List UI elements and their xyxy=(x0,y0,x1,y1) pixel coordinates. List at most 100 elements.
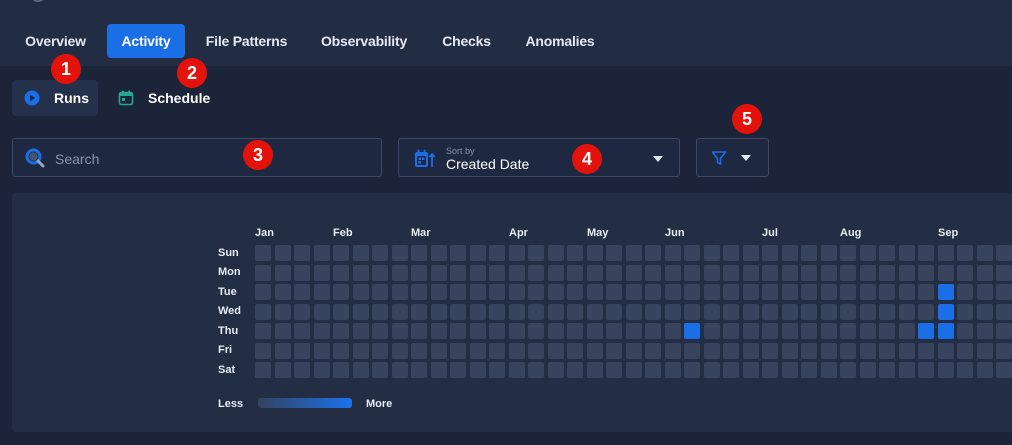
heatmap-cell[interactable] xyxy=(548,284,564,300)
heatmap-cell[interactable] xyxy=(528,245,544,261)
heatmap-cell[interactable] xyxy=(899,323,915,339)
heatmap-cell[interactable] xyxy=(314,304,330,320)
heatmap-cell[interactable] xyxy=(899,362,915,378)
heatmap-cell[interactable] xyxy=(606,323,622,339)
heatmap-cell[interactable] xyxy=(996,265,1012,281)
heatmap-cell[interactable] xyxy=(938,304,954,320)
heatmap-cell[interactable] xyxy=(411,323,427,339)
heatmap-cell[interactable] xyxy=(470,284,486,300)
heatmap-cell[interactable] xyxy=(392,304,408,320)
heatmap-cell[interactable] xyxy=(684,245,700,261)
heatmap-cell[interactable] xyxy=(431,343,447,359)
heatmap-cell[interactable] xyxy=(723,362,739,378)
heatmap-cell[interactable] xyxy=(860,284,876,300)
heatmap-cell[interactable] xyxy=(782,245,798,261)
heatmap-cell[interactable] xyxy=(353,284,369,300)
heatmap-cell[interactable] xyxy=(665,362,681,378)
heatmap-cell[interactable] xyxy=(294,343,310,359)
heatmap-cell[interactable] xyxy=(548,304,564,320)
heatmap-cell[interactable] xyxy=(372,304,388,320)
heatmap-cell[interactable] xyxy=(470,265,486,281)
heatmap-cell[interactable] xyxy=(665,245,681,261)
heatmap-cell[interactable] xyxy=(392,265,408,281)
heatmap-cell[interactable] xyxy=(392,343,408,359)
heatmap-cell[interactable] xyxy=(372,362,388,378)
heatmap-cell[interactable] xyxy=(392,323,408,339)
heatmap-cell[interactable] xyxy=(801,304,817,320)
heatmap-cell[interactable] xyxy=(275,245,291,261)
heatmap-cell[interactable] xyxy=(294,304,310,320)
heatmap-cell[interactable] xyxy=(411,362,427,378)
heatmap-cell[interactable] xyxy=(938,362,954,378)
heatmap-cell[interactable] xyxy=(372,343,388,359)
heatmap-cell[interactable] xyxy=(528,304,544,320)
heatmap-cell[interactable] xyxy=(314,265,330,281)
heatmap-cell[interactable] xyxy=(782,265,798,281)
heatmap-cell[interactable] xyxy=(996,362,1012,378)
heatmap-cell[interactable] xyxy=(821,343,837,359)
heatmap-cell[interactable] xyxy=(606,304,622,320)
heatmap-cell[interactable] xyxy=(996,323,1012,339)
heatmap-cell[interactable] xyxy=(704,284,720,300)
heatmap-cell[interactable] xyxy=(645,265,661,281)
heatmap-cell[interactable] xyxy=(509,265,525,281)
heatmap-cell[interactable] xyxy=(255,343,271,359)
heatmap-cell[interactable] xyxy=(684,304,700,320)
heatmap-cell[interactable] xyxy=(275,304,291,320)
heatmap-cell[interactable] xyxy=(938,343,954,359)
heatmap-cell[interactable] xyxy=(977,265,993,281)
heatmap-cell[interactable] xyxy=(684,323,700,339)
heatmap-cell[interactable] xyxy=(567,245,583,261)
heatmap-cell[interactable] xyxy=(489,265,505,281)
heatmap-cell[interactable] xyxy=(840,245,856,261)
heatmap-cell[interactable] xyxy=(684,343,700,359)
heatmap-cell[interactable] xyxy=(782,362,798,378)
heatmap-cell[interactable] xyxy=(743,362,759,378)
heatmap-cell[interactable] xyxy=(333,343,349,359)
heatmap-cell[interactable] xyxy=(762,284,778,300)
heatmap-cell[interactable] xyxy=(411,245,427,261)
search-field[interactable] xyxy=(12,138,382,178)
heatmap-cell[interactable] xyxy=(450,323,466,339)
heatmap-cell[interactable] xyxy=(470,323,486,339)
heatmap-cell[interactable] xyxy=(665,265,681,281)
heatmap-cell[interactable] xyxy=(353,304,369,320)
search-input[interactable] xyxy=(53,139,357,178)
heatmap-cell[interactable] xyxy=(411,265,427,281)
heatmap-cell[interactable] xyxy=(996,284,1012,300)
heatmap-cell[interactable] xyxy=(957,343,973,359)
heatmap-cell[interactable] xyxy=(879,245,895,261)
heatmap-cell[interactable] xyxy=(528,284,544,300)
heatmap-cell[interactable] xyxy=(977,245,993,261)
heatmap-cell[interactable] xyxy=(626,362,642,378)
heatmap-cell[interactable] xyxy=(957,245,973,261)
heatmap-cell[interactable] xyxy=(684,362,700,378)
heatmap-cell[interactable] xyxy=(567,343,583,359)
heatmap-cell[interactable] xyxy=(411,304,427,320)
heatmap-cell[interactable] xyxy=(723,265,739,281)
heatmap-cell[interactable] xyxy=(372,265,388,281)
heatmap-cell[interactable] xyxy=(567,362,583,378)
heatmap-cell[interactable] xyxy=(587,265,603,281)
heatmap-cell[interactable] xyxy=(723,323,739,339)
heatmap-cell[interactable] xyxy=(587,284,603,300)
heatmap-cell[interactable] xyxy=(528,343,544,359)
heatmap-cell[interactable] xyxy=(567,284,583,300)
heatmap-cell[interactable] xyxy=(450,304,466,320)
heatmap-cell[interactable] xyxy=(255,284,271,300)
heatmap-cell[interactable] xyxy=(704,265,720,281)
heatmap-cell[interactable] xyxy=(840,362,856,378)
heatmap-cell[interactable] xyxy=(489,323,505,339)
heatmap-cell[interactable] xyxy=(977,323,993,339)
heatmap-cell[interactable] xyxy=(314,284,330,300)
heatmap-cell[interactable] xyxy=(684,265,700,281)
filter-button[interactable] xyxy=(696,138,769,177)
heatmap-cell[interactable] xyxy=(411,284,427,300)
heatmap-cell[interactable] xyxy=(918,343,934,359)
heatmap-cell[interactable] xyxy=(509,284,525,300)
heatmap-cell[interactable] xyxy=(782,284,798,300)
heatmap-cell[interactable] xyxy=(645,284,661,300)
heatmap-cell[interactable] xyxy=(860,265,876,281)
heatmap-cell[interactable] xyxy=(528,265,544,281)
heatmap-cell[interactable] xyxy=(392,245,408,261)
